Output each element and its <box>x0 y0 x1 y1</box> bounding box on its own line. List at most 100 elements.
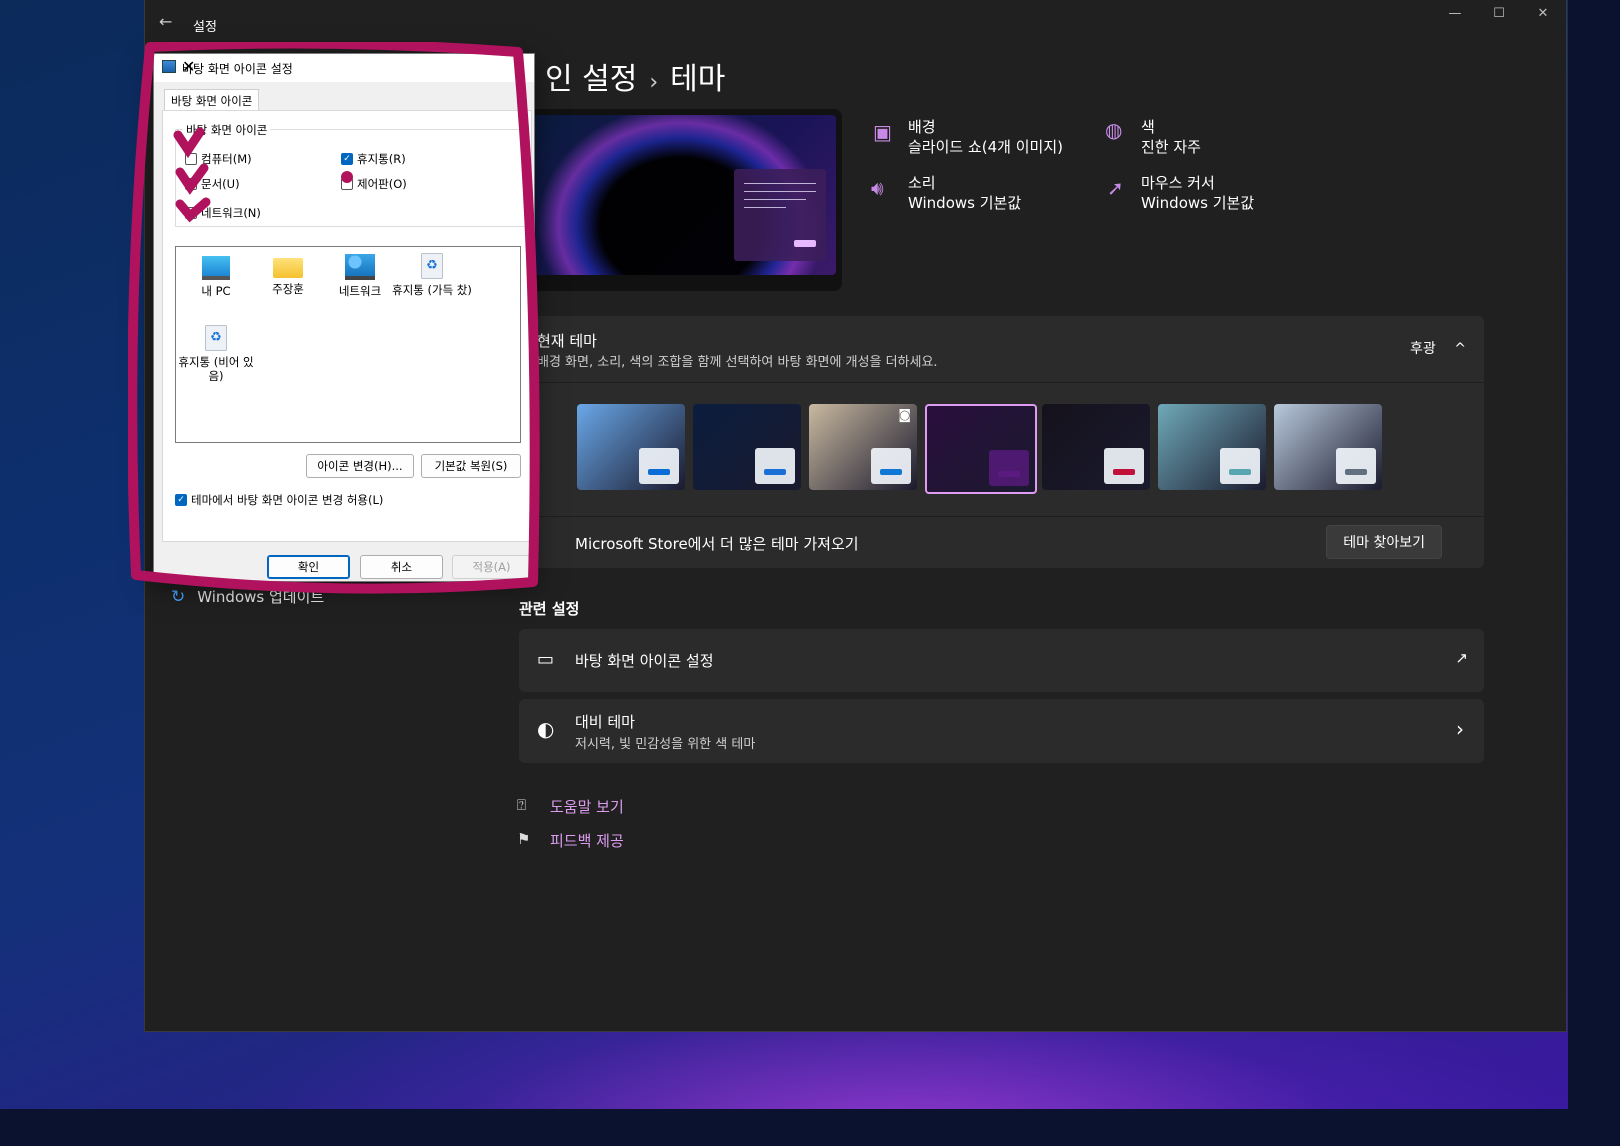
contrast-theme-row[interactable]: ◐ 대비 테마 저시력, 빛 민감성을 위한 색 테마 › <box>519 699 1484 763</box>
cancel-button[interactable]: 취소 <box>360 555 443 579</box>
current-theme-toggle[interactable]: 후광 ^ <box>1410 338 1466 358</box>
property-label: 색 <box>1141 118 1155 136</box>
row-title: 대비 테마 <box>575 713 635 731</box>
recycle-bin-empty-icon: ♻ <box>205 325 227 351</box>
checkbox-box-checked: ✓ <box>341 153 353 165</box>
property-background[interactable]: 배경 슬라이드 쇼(4개 이미지) <box>908 117 1063 157</box>
breadcrumb-separator: › <box>649 70 659 95</box>
current-theme-value: 후광 <box>1410 341 1436 357</box>
network-icon <box>345 254 375 280</box>
icon-label: 네트워크 <box>338 284 382 298</box>
dialog-app-icon <box>162 60 176 73</box>
help-icon: ⍰ <box>517 796 527 814</box>
theme-thumbnail-3[interactable]: ◙ <box>809 404 917 490</box>
related-settings-header: 관련 설정 <box>519 600 580 618</box>
theme-thumbnail-4-selected[interactable] <box>925 404 1037 494</box>
checkbox-label: 테마에서 바탕 화면 아이콘 변경 허용(L) <box>191 493 384 507</box>
current-theme-title: 현재 테마 <box>537 332 597 350</box>
icon-item-user-folder[interactable]: 주장훈 <box>248 253 328 296</box>
icon-label: 내 PC <box>201 284 231 298</box>
image-icon: ▣ <box>873 120 892 144</box>
change-icon-button[interactable]: 아이콘 변경(H)... <box>306 454 414 478</box>
apply-button[interactable]: 적용(A) <box>452 555 531 579</box>
thumb-window <box>1220 448 1260 484</box>
icon-list: 내 PC 주장훈 네트워크 ♻ 휴지통 (가득 찼) ♻ 휴지통 (비어 있음) <box>175 246 521 443</box>
theme-preview-window <box>734 169 826 261</box>
close-button[interactable]: ✕ <box>1521 6 1565 21</box>
theme-preview <box>525 109 842 291</box>
dialog-close-button[interactable]: ✕ <box>182 57 528 76</box>
thumb-accent <box>1345 469 1367 475</box>
icon-item-recycle-empty[interactable]: ♻ 휴지통 (비어 있음) <box>176 325 256 383</box>
desktop-icon-settings-dialog: 바탕 화면 아이콘 설정 ✕ 바탕 화면 아이콘 바탕 화면 아이콘 컴퓨터(M… <box>153 53 535 582</box>
checkbox-computer[interactable]: 컴퓨터(M) <box>185 151 252 167</box>
minimize-button[interactable]: — <box>1433 6 1477 21</box>
feedback-icon: ⚑ <box>517 830 531 848</box>
theme-thumbnail-6[interactable] <box>1158 404 1266 490</box>
theme-thumbnail-7[interactable] <box>1274 404 1382 490</box>
chevron-up-icon: ^ <box>1454 341 1466 357</box>
icon-label: 주장훈 <box>272 282 304 296</box>
theme-thumbnail-2[interactable] <box>693 404 801 490</box>
theme-thumbnail-5[interactable] <box>1042 404 1150 490</box>
checkbox-network[interactable]: 네트워크(N) <box>185 205 261 221</box>
checkbox-recycle-bin[interactable]: ✓ 휴지통(R) <box>341 151 406 167</box>
monitor-icon <box>202 256 230 280</box>
property-value: 진한 자주 <box>1141 138 1201 156</box>
property-cursor[interactable]: 마우스 커서 Windows 기본값 <box>1141 173 1254 213</box>
thumb-window <box>755 448 795 484</box>
mouse-cursor-icon: ➚ <box>1107 176 1124 200</box>
row-subtitle: 저시력, 빛 민감성을 위한 색 테마 <box>575 737 756 752</box>
sidebar-item-windows-update[interactable]: ↻ Windows 업데이트 <box>171 586 324 607</box>
external-link-icon: ↗ <box>1455 649 1468 667</box>
restore-default-button[interactable]: 기본값 복원(S) <box>421 454 521 478</box>
ok-button[interactable]: 확인 <box>267 555 350 579</box>
thumb-window <box>1104 448 1144 484</box>
current-theme-card: 현재 테마 배경 화면, 소리, 색의 조합을 함께 선택하여 바탕 화면에 개… <box>519 316 1484 568</box>
monitor-icon: ▭ <box>537 649 555 670</box>
icon-item-network[interactable]: 네트워크 <box>320 253 400 298</box>
property-label: 소리 <box>908 174 936 192</box>
thumb-accent <box>998 471 1020 477</box>
checkbox-label: 휴지통(R) <box>357 152 406 166</box>
checkbox-box <box>185 178 197 190</box>
theme-thumbnail-1[interactable] <box>577 404 685 490</box>
checkbox-allow-themes[interactable]: ✓ 테마에서 바탕 화면 아이콘 변경 허용(L) <box>175 492 383 508</box>
thumb-window <box>639 448 679 484</box>
thumb-window <box>1336 448 1376 484</box>
desktop-icon-settings-row[interactable]: ▭ 바탕 화면 아이콘 설정 ↗ <box>519 629 1484 692</box>
current-theme-subtitle: 배경 화면, 소리, 색의 조합을 함께 선택하여 바탕 화면에 개성을 더하세… <box>537 355 938 370</box>
checkbox-documents[interactable]: 문서(U) <box>185 176 240 192</box>
property-sound[interactable]: 소리 Windows 기본값 <box>908 173 1021 213</box>
thumb-accent <box>1229 469 1251 475</box>
checkbox-control-panel[interactable]: 제어판(O) <box>341 176 407 192</box>
thumb-window <box>871 448 911 484</box>
checkbox-box-checked: ✓ <box>175 494 187 506</box>
checkbox-label: 제어판(O) <box>357 177 407 191</box>
checkbox-label: 네트워크(N) <box>201 206 261 220</box>
back-arrow-icon[interactable]: ← <box>159 12 172 31</box>
icon-item-recycle-full[interactable]: ♻ 휴지통 (가득 찼) <box>392 253 472 297</box>
help-link[interactable]: 도움말 보기 <box>550 796 624 817</box>
feedback-link[interactable]: 피드백 제공 <box>550 830 624 851</box>
property-label: 마우스 커서 <box>1141 174 1215 192</box>
browse-themes-button[interactable]: 테마 찾아보기 <box>1326 525 1442 559</box>
icon-label: 휴지통 (비어 있음) <box>178 355 254 383</box>
speaker-icon: 🔊︎ <box>871 176 884 200</box>
dialog-title-bar: 바탕 화면 아이콘 설정 ✕ <box>154 54 534 82</box>
windows-update-icon: ↻ <box>171 587 186 607</box>
breadcrumb-parent[interactable]: 인 설정 <box>545 62 637 97</box>
maximize-button[interactable]: ☐ <box>1477 6 1521 21</box>
thumb-accent <box>1113 469 1135 475</box>
thumb-accent <box>764 469 786 475</box>
breadcrumb: 인 설정 › 테마 <box>545 54 725 98</box>
row-title: 바탕 화면 아이콘 설정 <box>575 652 714 670</box>
checkbox-label: 문서(U) <box>201 177 240 191</box>
tab-desktop-icons[interactable]: 바탕 화면 아이콘 <box>164 89 260 112</box>
chevron-right-icon: › <box>1456 717 1464 741</box>
property-color[interactable]: 색 진한 자주 <box>1141 117 1201 157</box>
window-title: 설정 <box>193 20 217 35</box>
contrast-icon: ◐ <box>537 717 555 741</box>
icon-item-this-pc[interactable]: 내 PC <box>176 253 256 298</box>
sidebar-item-label: Windows 업데이트 <box>197 588 325 606</box>
